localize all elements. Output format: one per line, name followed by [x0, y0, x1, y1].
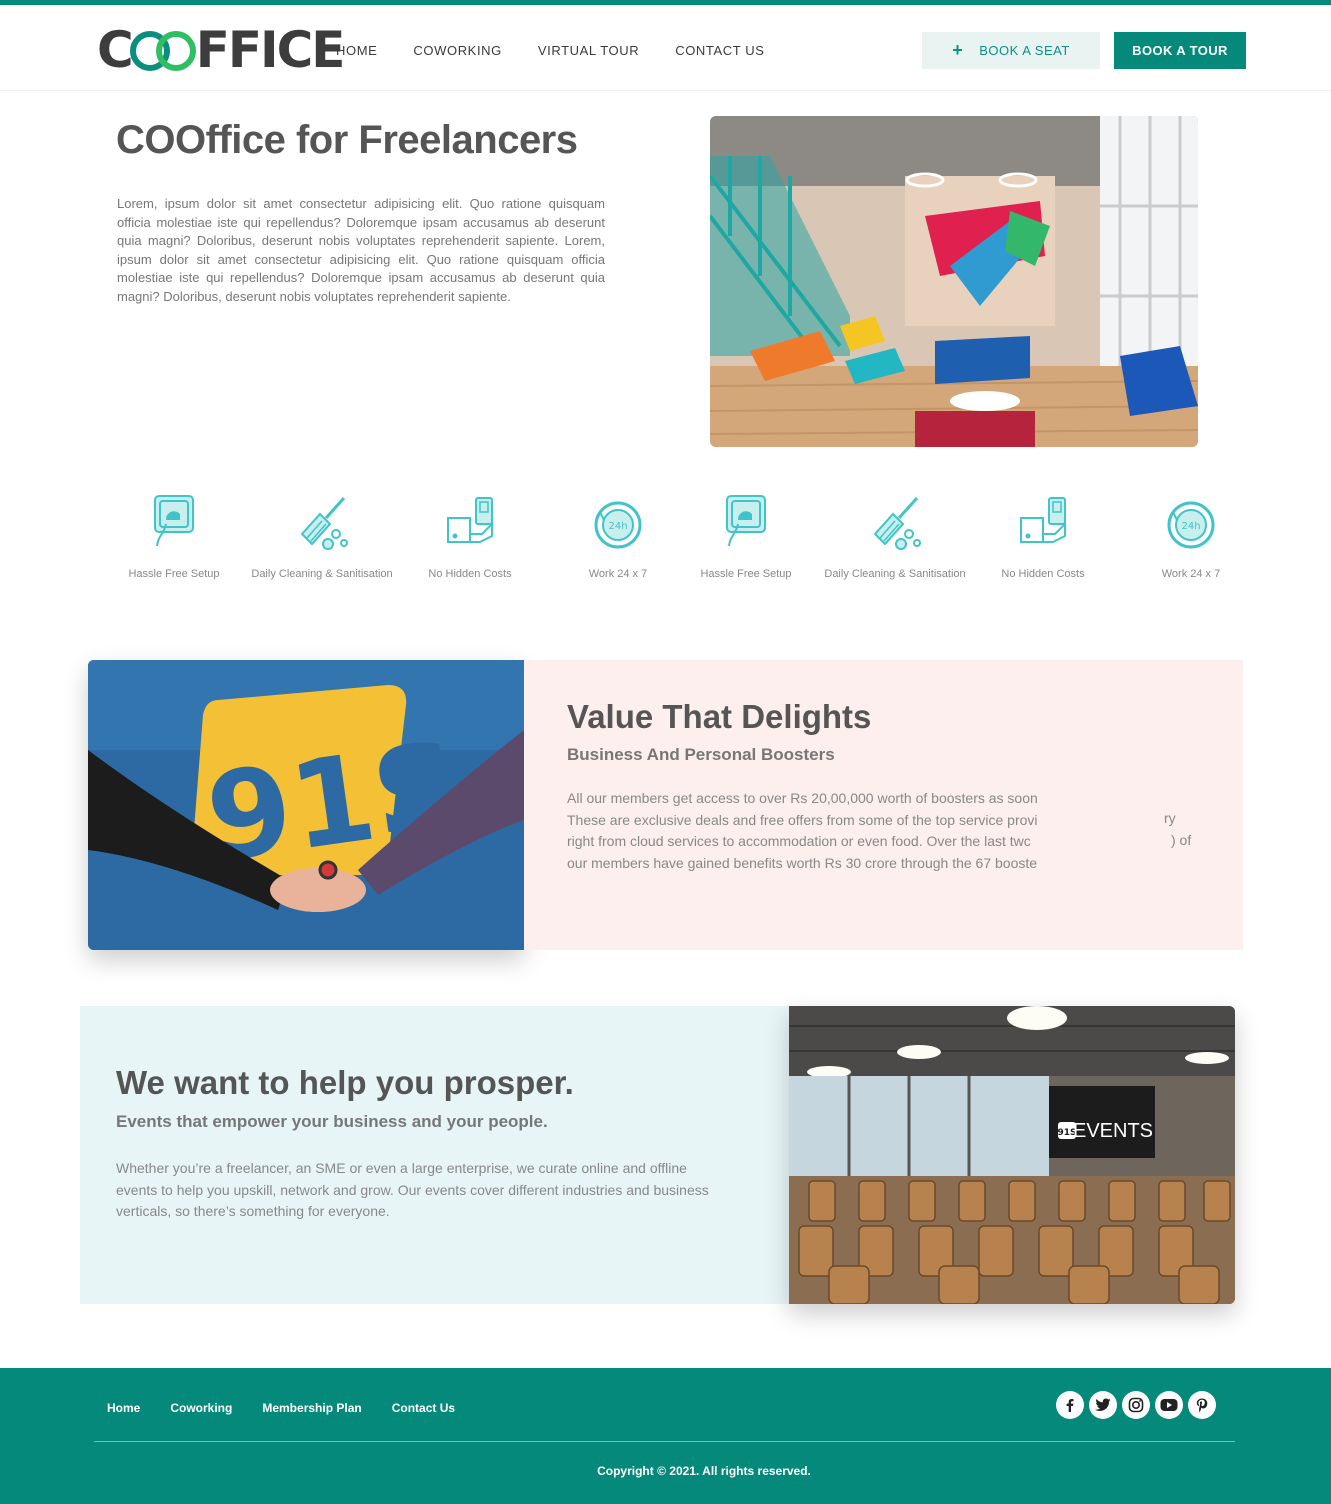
feature-item: Hassle Free Setup — [100, 490, 248, 582]
feature-label: Daily Cleaning & Sanitisation — [824, 568, 966, 580]
handshake-image: 91S — [88, 660, 524, 950]
prosper-text: Whether you’re a freelancer, an SME or e… — [116, 1160, 709, 1220]
hero-title: COOffice for Freelancers — [116, 118, 578, 162]
svg-text:24h: 24h — [608, 521, 627, 532]
prosper-panel: We want to help you prosper. Events that… — [80, 1006, 789, 1304]
plus-icon: + — [952, 40, 964, 60]
youtube-icon[interactable] — [1155, 1391, 1183, 1419]
book-tour-button[interactable]: BOOK A TOUR — [1114, 32, 1246, 69]
feature-item: No Hidden Costs — [396, 490, 544, 582]
clock-24h-icon: 24h — [1161, 490, 1221, 554]
value-text-fragment: ry — [1164, 810, 1176, 826]
logo-letters-ffice: FFICE — [195, 21, 346, 79]
svg-text:24h: 24h — [1181, 521, 1200, 532]
nav-virtual-tour[interactable]: VIRTUAL TOUR — [538, 43, 639, 58]
prosper-title: We want to help you prosper. — [116, 1064, 574, 1101]
logo-rings-icon — [129, 25, 198, 75]
copyright-text: Copyright © 2021. All rights reserved. — [597, 1464, 811, 1478]
value-line: right from cloud services to accommodati… — [567, 833, 1031, 850]
features-row: Hassle Free Setup Daily Cleaning & Sanit… — [100, 490, 1240, 610]
logo-letter-c: C — [97, 21, 134, 79]
logo[interactable]: C FFICE — [97, 21, 346, 79]
footer-link-membership-plan[interactable]: Membership Plan — [262, 1401, 361, 1415]
twitter-icon[interactable] — [1089, 1391, 1117, 1419]
nav-home[interactable]: HOME — [336, 43, 377, 58]
hand-wallet-icon — [1013, 490, 1073, 554]
site-footer: Home Coworking Membership Plan Contact U… — [0, 1368, 1331, 1504]
footer-link-home[interactable]: Home — [107, 1401, 140, 1415]
main-nav: HOME COWORKING VIRTUAL TOUR CONTACT US — [336, 43, 765, 58]
feature-item: 24h Work 24 x 7 — [544, 490, 692, 582]
broom-icon — [865, 490, 925, 554]
feature-label: Hassle Free Setup — [128, 568, 220, 580]
value-line: All our members get access to over Rs 20… — [567, 790, 1038, 806]
feature-label: Work 24 x 7 — [1161, 568, 1221, 580]
social-links — [1056, 1391, 1216, 1419]
feature-label: No Hidden Costs — [1001, 568, 1085, 580]
book-seat-label: BOOK A SEAT — [979, 43, 1070, 58]
value-text-fragment: ) of — [1171, 832, 1192, 848]
feature-label: Daily Cleaning & Sanitisation — [251, 568, 393, 580]
instagram-icon[interactable] — [1122, 1391, 1150, 1419]
prosper-section: We want to help you prosper. Events that… — [80, 1006, 1235, 1304]
coworking-space-image — [710, 116, 1198, 447]
feature-item: Daily Cleaning & Sanitisation — [248, 490, 396, 582]
value-title: Value That Delights — [567, 698, 872, 735]
value-subtitle: Business And Personal Boosters — [567, 745, 835, 764]
clock-24h-icon: 24h — [588, 490, 648, 554]
feature-label: No Hidden Costs — [428, 568, 512, 580]
broom-icon — [292, 490, 352, 554]
nav-coworking[interactable]: COWORKING — [413, 43, 501, 58]
events-room-image: 91S EVENTS — [789, 1006, 1235, 1304]
prosper-subtitle: Events that empower your business and yo… — [116, 1112, 548, 1131]
plug-icon — [144, 490, 204, 554]
footer-nav: Home Coworking Membership Plan Contact U… — [107, 1401, 455, 1415]
feature-item: No Hidden Costs — [969, 490, 1117, 582]
plug-icon — [716, 490, 776, 554]
site-header: C FFICE HOME COWORKING VIRTUAL TOUR CONT… — [0, 5, 1331, 91]
value-panel: Value That Delights Business And Persona… — [524, 660, 1243, 950]
pinterest-icon[interactable] — [1188, 1391, 1216, 1419]
feature-label: Hassle Free Setup — [700, 568, 792, 580]
feature-label: Work 24 x 7 — [588, 568, 648, 580]
book-seat-button[interactable]: + BOOK A SEAT — [922, 32, 1100, 69]
value-text: All our members get access to over Rs 20… — [567, 788, 1059, 876]
feature-item: 24h Work 24 x 7 — [1117, 490, 1265, 582]
feature-item: Daily Cleaning & Sanitisation — [821, 490, 969, 582]
value-line: our members have gained benefits worth R… — [567, 854, 1038, 871]
value-section: 91S Value That Delights Business And Per… — [88, 660, 1243, 950]
footer-divider — [94, 1441, 1235, 1442]
footer-link-coworking[interactable]: Coworking — [170, 1401, 232, 1415]
events-screen-text: EVENTS — [1073, 1120, 1153, 1142]
value-line: These are exclusive deals and free offer… — [567, 811, 1038, 828]
hero-text: Lorem, ipsum dolor sit amet consectetur … — [117, 196, 605, 304]
facebook-icon[interactable] — [1056, 1391, 1084, 1419]
nav-contact-us[interactable]: CONTACT US — [675, 43, 764, 58]
hand-wallet-icon — [440, 490, 500, 554]
feature-item: Hassle Free Setup — [672, 490, 820, 582]
footer-link-contact-us[interactable]: Contact Us — [392, 1401, 455, 1415]
